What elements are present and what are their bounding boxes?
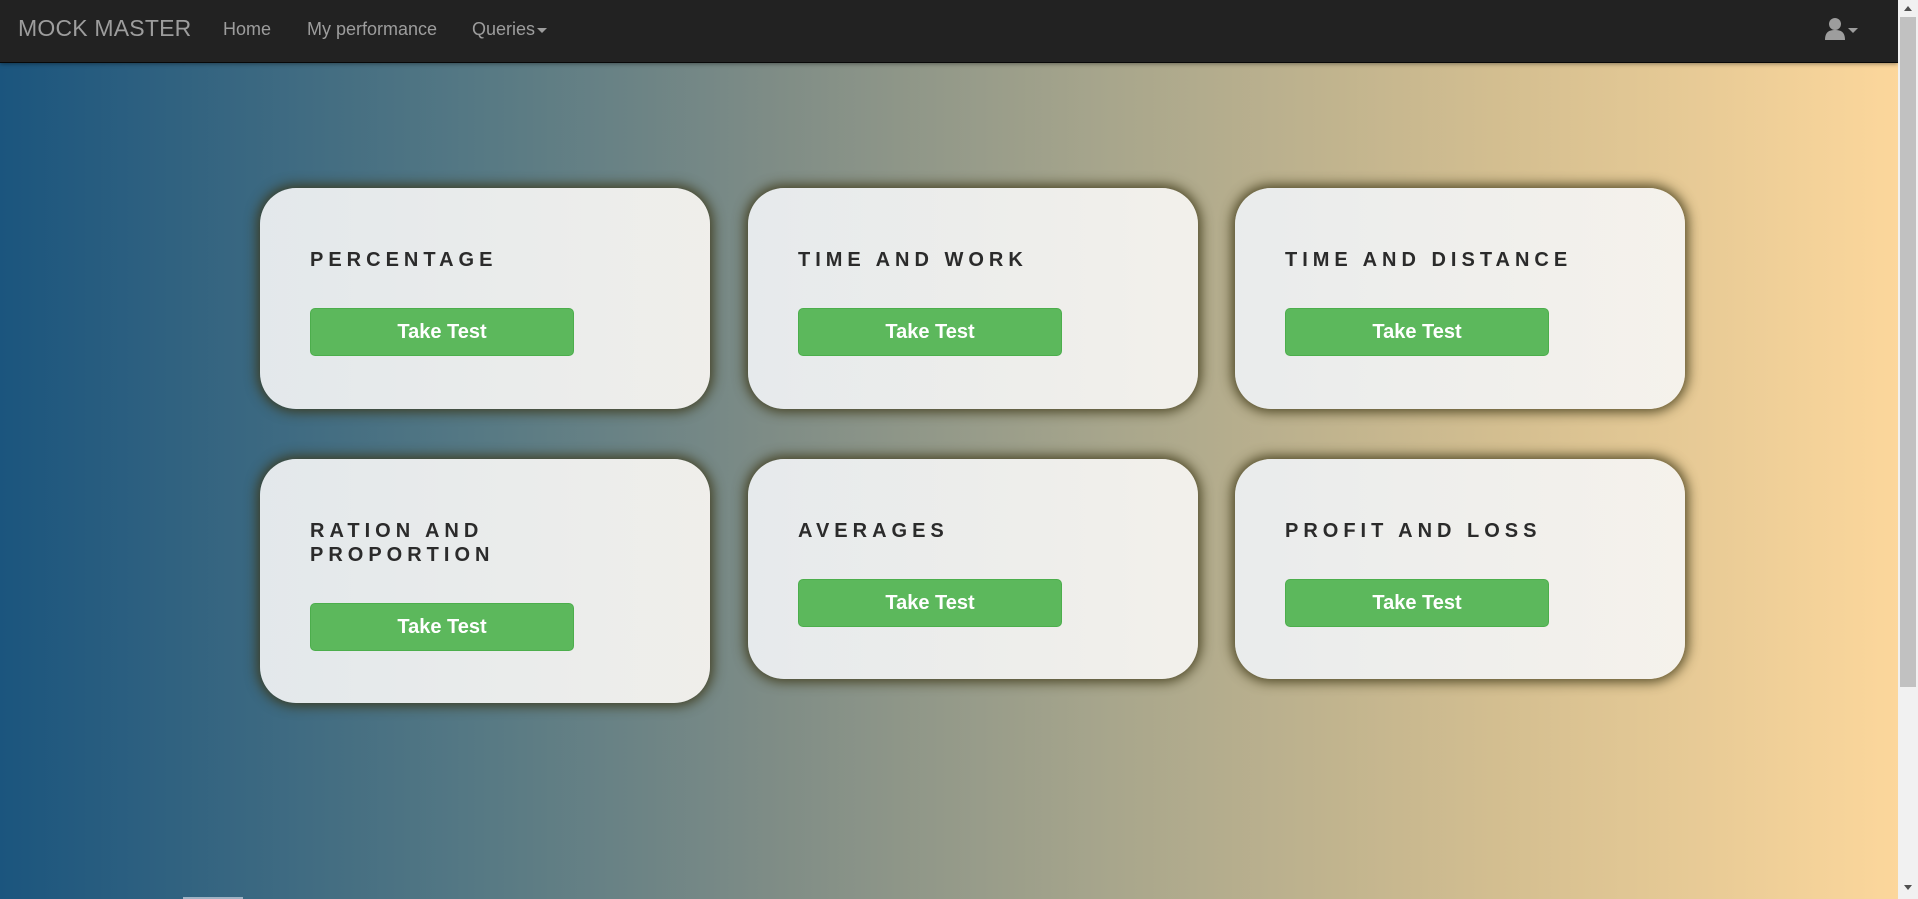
topic-card-ration-and-proportion: RATION AND PROPORTION Take Test xyxy=(260,459,710,703)
topic-card-averages: AVERAGES Take Test xyxy=(748,459,1198,679)
topic-title: RATION AND PROPORTION xyxy=(310,520,495,566)
navbar: MOCK MASTER Home My performance Queries xyxy=(0,0,1898,63)
topic-title: AVERAGES xyxy=(798,520,949,542)
vertical-scrollbar[interactable] xyxy=(1898,0,1918,899)
topic-card-percentage: PERCENTAGE Take Test xyxy=(260,188,710,409)
caret-down-icon xyxy=(1848,28,1858,33)
topic-card-time-and-distance: TIME AND DISTANCE Take Test xyxy=(1235,188,1685,409)
topic-title: TIME AND WORK xyxy=(798,249,1028,271)
user-menu-dropdown[interactable] xyxy=(1824,17,1860,43)
take-test-button-percentage[interactable]: Take Test xyxy=(310,308,574,356)
nav-queries-label: Queries xyxy=(472,19,536,39)
topic-card-time-and-work: TIME AND WORK Take Test xyxy=(748,188,1198,409)
caret-down-icon xyxy=(537,27,548,33)
scrollbar-thumb[interactable] xyxy=(1900,17,1916,687)
topic-title: TIME AND DISTANCE xyxy=(1285,249,1573,271)
brand-logo[interactable]: MOCK MASTER xyxy=(18,15,191,42)
user-icon xyxy=(1825,18,1845,40)
nav-home[interactable]: Home xyxy=(223,19,271,40)
take-test-button-time-and-work[interactable]: Take Test xyxy=(798,308,1062,356)
topic-title: PROFIT AND LOSS xyxy=(1285,520,1542,542)
take-test-button-time-and-distance[interactable]: Take Test xyxy=(1285,308,1549,356)
topic-title: PERCENTAGE xyxy=(310,249,498,271)
scroll-up-arrow-icon[interactable] xyxy=(1904,6,1912,11)
take-test-button-ration-and-proportion[interactable]: Take Test xyxy=(310,603,574,651)
take-test-button-profit-and-loss[interactable]: Take Test xyxy=(1285,579,1549,627)
topic-card-profit-and-loss: PROFIT AND LOSS Take Test xyxy=(1235,459,1685,679)
scroll-down-arrow-icon[interactable] xyxy=(1904,885,1912,890)
nav-my-performance[interactable]: My performance xyxy=(307,19,437,40)
take-test-button-averages[interactable]: Take Test xyxy=(798,579,1062,627)
nav-queries-dropdown[interactable]: Queries xyxy=(472,19,548,40)
